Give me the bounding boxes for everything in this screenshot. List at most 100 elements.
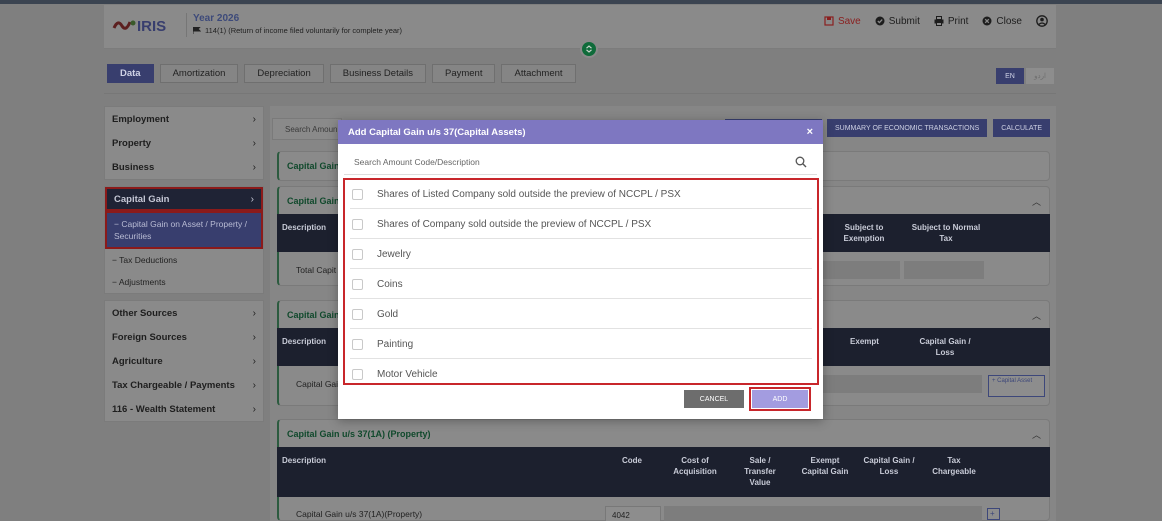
amount-search-input[interactable]: Search Amoun <box>272 118 342 140</box>
sidebar-item-foreign-sources[interactable]: Foreign Sources › <box>105 325 263 349</box>
list-item-label: Gold <box>377 308 399 320</box>
header-actions: Save Submit Print Close <box>824 15 1048 27</box>
code-field[interactable]: 4042 <box>605 506 661 521</box>
top-strip <box>0 0 1162 4</box>
add-capital-asset-button[interactable]: + Capital Asset <box>988 375 1045 397</box>
save-button[interactable]: Save <box>824 16 861 27</box>
card-title: Capital Gain/ <box>287 196 343 206</box>
lang-en-button[interactable]: EN <box>996 68 1024 84</box>
tab-depreciation[interactable]: Depreciation <box>244 64 324 83</box>
search-icon[interactable] <box>795 156 807 168</box>
col-subject-exemption: Subject to Exemption <box>843 223 885 243</box>
chevron-right-icon: › <box>252 403 256 415</box>
col-cost-of-acquisition: Cost of Acquisition <box>673 456 717 476</box>
card-title: Capital Gain <box>287 310 340 320</box>
logo-divider <box>186 13 187 37</box>
chevron-up-icon[interactable]: ︿ <box>1032 428 1041 441</box>
sidebar-subitem-tax-deductions[interactable]: − Tax Deductions <box>105 249 263 271</box>
summary-economic-transactions-button[interactable]: SUMMARY OF ECONOMIC TRANSACTIONS <box>827 119 988 137</box>
modal-title: Add Capital Gain u/s 37(Capital Assets) <box>348 126 526 138</box>
print-button[interactable]: Print <box>934 16 968 27</box>
return-type: 114(1) (Return of income filed voluntari… <box>193 26 402 35</box>
checkbox[interactable] <box>352 248 363 260</box>
print-icon <box>934 16 944 26</box>
list-item[interactable]: Shares of Company sold outside the previ… <box>350 210 812 239</box>
checkbox[interactable] <box>352 338 363 350</box>
col-capital-gain-loss: Capital Gain / Loss <box>863 456 915 476</box>
chevron-right-icon: › <box>252 331 256 343</box>
sidebar-item-label: Other Sources <box>112 307 178 319</box>
sidebar-item-other-sources[interactable]: Other Sources › <box>105 301 263 325</box>
sidebar-item-employment[interactable]: Employment › <box>105 107 263 131</box>
col-exempt-capital-gain: Exempt Capital Gain <box>801 456 849 476</box>
chevron-up-icon[interactable]: ︿ <box>1032 309 1041 322</box>
checkbox[interactable] <box>352 308 363 320</box>
add-capital-gain-modal: Add Capital Gain u/s 37(Capital Assets) … <box>338 120 823 419</box>
lang-ur-button[interactable]: اردو <box>1026 68 1054 84</box>
tab-data[interactable]: Data <box>107 64 154 83</box>
sidebar-item-business[interactable]: Business › <box>105 155 263 179</box>
list-item[interactable]: Painting <box>350 330 812 359</box>
tab-amortization[interactable]: Amortization <box>159 64 239 83</box>
submit-button[interactable]: Submit <box>875 16 920 27</box>
sidebar-item-capital-gain[interactable]: Capital Gain › <box>105 187 263 211</box>
calculate-button[interactable]: CALCULATE <box>993 119 1051 137</box>
user-icon <box>1036 15 1048 27</box>
row-capital-gain: Capital Gai <box>296 379 339 389</box>
col-description: Description <box>282 223 327 232</box>
sidebar-item-label: Tax Chargeable / Payments <box>112 379 235 391</box>
tab-divider <box>104 93 1056 94</box>
collapse-header-button[interactable] <box>580 40 598 58</box>
tab-attachment[interactable]: Attachment <box>501 64 576 83</box>
return-type-label: 114(1) (Return of income filed voluntari… <box>205 26 403 35</box>
close-circle-icon <box>982 16 992 26</box>
value-cell <box>822 261 900 279</box>
sidebar-subitem-capital-gain-asset[interactable]: − Capital Gain on Asset / Property / Sec… <box>105 211 263 249</box>
chevron-right-icon: › <box>252 161 256 173</box>
list-item[interactable]: Gold <box>350 300 812 329</box>
list-item[interactable]: Shares of Listed Company sold outside th… <box>350 180 812 209</box>
list-item-label: Shares of Company sold outside the previ… <box>377 218 652 230</box>
user-account-button[interactable] <box>1036 15 1048 27</box>
tab-payment[interactable]: Payment <box>431 64 496 83</box>
sidebar-item-property[interactable]: Property › <box>105 131 263 155</box>
modal-search-input[interactable] <box>354 156 795 167</box>
add-row-button[interactable]: + <box>987 508 1000 520</box>
tab-business-details[interactable]: Business Details <box>329 64 426 83</box>
col-exempt: Exempt <box>850 337 879 346</box>
cancel-button[interactable]: CANCEL <box>684 390 744 408</box>
row-total-capital-gain: Total Capit <box>296 265 337 275</box>
list-item-label: Jewelry <box>377 248 411 260</box>
chevron-right-icon: › <box>252 355 256 367</box>
list-item[interactable]: Motor Vehicle <box>350 360 812 383</box>
svg-text:IRIS: IRIS <box>137 18 166 34</box>
value-cell <box>904 261 984 279</box>
col-tax-chargeable: Tax Chargeable <box>932 456 976 476</box>
col-sale-transfer-value: Sale / Transfer Value <box>744 456 776 487</box>
iris-logo: IRIS <box>112 15 180 35</box>
modal-close-icon[interactable]: × <box>807 126 813 138</box>
add-button[interactable]: ADD <box>752 390 808 408</box>
sidebar-item-tax-chargeable[interactable]: Tax Chargeable / Payments › <box>105 373 263 397</box>
close-button[interactable]: Close <box>982 16 1022 27</box>
sidebar-group-other: Other Sources › Foreign Sources › Agricult… <box>104 300 264 422</box>
sidebar-item-agriculture[interactable]: Agriculture › <box>105 349 263 373</box>
card-title: Capital Gain u/s 37(1A) (Property) <box>287 429 431 439</box>
card-title: Capital Gain <box>287 161 340 171</box>
save-label: Save <box>837 15 861 27</box>
list-item-label: Motor Vehicle <box>377 368 438 380</box>
checkbox[interactable] <box>352 278 363 290</box>
sidebar-subitem-adjustments[interactable]: − Adjustments <box>105 271 263 293</box>
checkbox[interactable] <box>352 188 363 200</box>
main-actions: SUMMARY OF ECONOMIC TRANSACTIONS CALCULA… <box>827 119 1051 137</box>
sidebar-item-wealth-statement[interactable]: 116 - Wealth Statement › <box>105 397 263 421</box>
sidebar-item-label: Foreign Sources <box>112 331 187 343</box>
list-item[interactable]: Coins <box>350 270 812 299</box>
chevron-right-icon: › <box>252 137 256 149</box>
list-item[interactable]: Jewelry <box>350 240 812 269</box>
chevron-up-icon[interactable]: ︿ <box>1032 195 1041 208</box>
checkbox[interactable] <box>352 368 363 380</box>
checkbox[interactable] <box>352 218 363 230</box>
sidebar-item-label: Agriculture <box>112 355 163 367</box>
chevron-right-icon: › <box>252 113 256 125</box>
